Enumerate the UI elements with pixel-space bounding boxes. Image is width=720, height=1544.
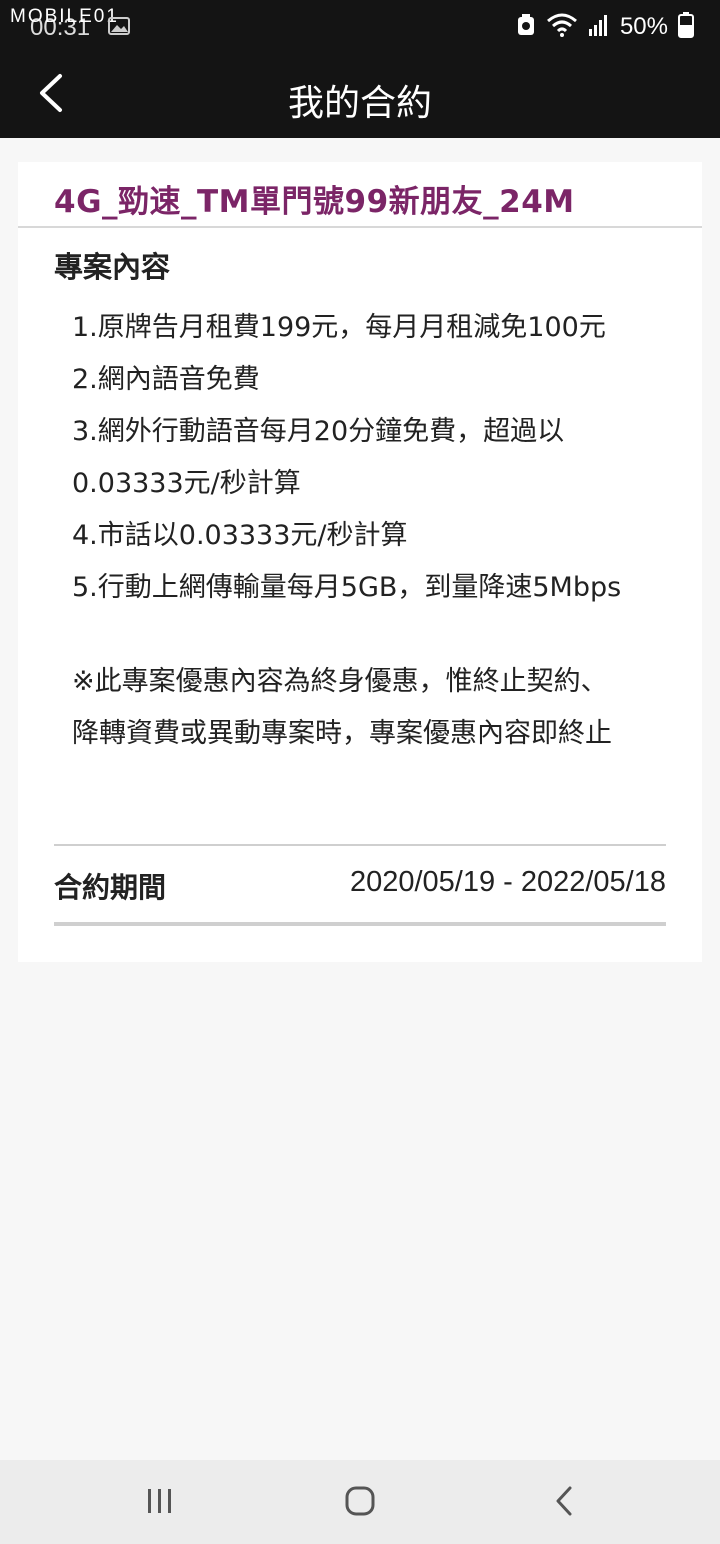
divider [54,844,666,846]
home-button[interactable] [330,1478,390,1528]
contract-period-label: 合約期間 [54,871,167,904]
app-header: 我的合約 [0,52,720,138]
battery-percent: 50% [619,13,668,40]
divider [54,922,666,926]
list-item: 5.行動上網傳輸量每月5GB，到量降速5Mbps [72,572,622,603]
list-item: 0.03333元/秒計算 [72,468,301,499]
image-icon [108,16,130,40]
page-title: 我的合約 [287,83,432,124]
nav-back-button[interactable] [534,1478,594,1528]
plan-content-list: 1.原牌告月租費199元，每月月租減免100元 2.網內語音免費 3.網外行動語… [72,302,692,614]
contract-card: 4G_勁速_TM單門號99新朋友_24M 專案內容 1.原牌告月租費199元，每… [18,162,702,962]
divider [18,226,702,228]
list-item: 4.市話以0.03333元/秒計算 [72,520,408,551]
recent-apps-icon [145,1487,175,1519]
recent-apps-button[interactable] [130,1478,190,1528]
contract-period-value: 2020/05/19 - 2022/05/18 [349,866,666,898]
list-item: 1.原牌告月租費199元，每月月租減免100元 [72,312,606,343]
wifi-icon [546,12,578,42]
plan-note: ※此專案優惠內容為終身優惠，惟終止契約、 降轉資費或異動專案時，專案優惠內容即終… [72,656,692,760]
recycle-icon [516,13,536,41]
status-bar: 00:31 MOBILE01 50% [0,0,720,52]
note-line: 降轉資費或異動專案時，專案優惠內容即終止 [72,718,612,749]
home-icon [344,1485,376,1521]
battery-icon [678,12,694,42]
plan-name: 4G_勁速_TM單門號99新朋友_24M [54,184,575,220]
list-item: 3.網外行動語音每月20分鐘免費，超過以 [72,416,565,447]
list-item: 2.網內語音免費 [72,364,260,395]
watermark-logo: MOBILE01 [10,6,119,27]
note-line: ※此專案優惠內容為終身優惠，惟終止契約、 [72,666,608,697]
system-nav-bar [0,1460,720,1544]
status-icons: 50% [516,10,694,44]
section-heading: 專案內容 [54,250,171,284]
signal-icon [588,13,610,41]
back-icon [553,1485,575,1521]
